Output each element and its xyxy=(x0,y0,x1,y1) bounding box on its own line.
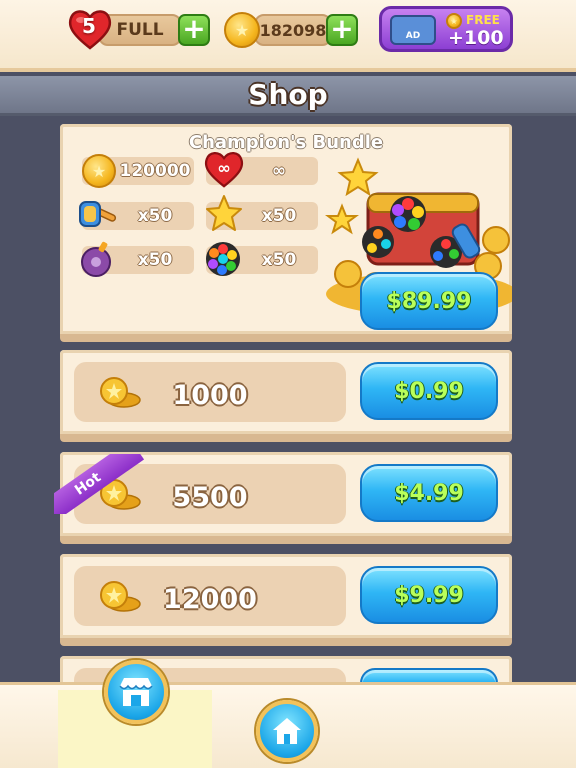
watch-ad-reward-button[interactable]: AD ★ FREE +100 xyxy=(379,6,513,52)
offer-price: $4.99 xyxy=(394,480,464,506)
home-icon xyxy=(273,718,301,744)
title-banner: Shop xyxy=(0,76,576,116)
offer-buy-button[interactable]: $0.99 xyxy=(360,362,498,420)
offer-buy-button[interactable]: $4.99 xyxy=(360,464,498,522)
offer-card: 12000 $9.99 xyxy=(60,554,512,646)
bundle-item-value: ∞ xyxy=(271,161,287,181)
ad-free-label: FREE xyxy=(466,13,500,27)
hot-label: Hot xyxy=(54,454,144,514)
add-lives-button[interactable]: + xyxy=(178,14,210,46)
hot-ribbon: Hot xyxy=(54,454,144,514)
bundle-buy-button[interactable]: $89.99 xyxy=(360,272,498,330)
store-icon xyxy=(119,678,153,706)
bundle-item-value: x50 xyxy=(261,206,297,226)
bundle-card: Champion's Bundle 120000 ★ ∞ ∞ x50 x50 x… xyxy=(60,124,512,342)
bundle-item-value: 120000 xyxy=(119,161,191,181)
offer-price: $0.99 xyxy=(394,378,464,404)
infinite-heart-icon: ∞ xyxy=(204,152,244,188)
coin-icon: ★ xyxy=(82,154,116,188)
bundle-title: Champion's Bundle xyxy=(188,132,384,153)
home-nav-button[interactable] xyxy=(256,700,318,762)
bundle-item-value: x50 xyxy=(137,206,173,226)
store-nav-button[interactable] xyxy=(104,660,168,724)
offer-amount: 1000 xyxy=(172,380,248,411)
add-coins-button[interactable]: + xyxy=(326,14,358,46)
lives-status-label: FULL xyxy=(116,20,164,40)
offer-amount: 12000 xyxy=(163,584,257,615)
bomb-icon xyxy=(81,241,111,277)
lives-count: 5 xyxy=(82,14,96,38)
coins-amount: 182098 xyxy=(259,20,327,40)
coin-icon: ★ xyxy=(224,12,260,48)
ad-reward-amount: +100 xyxy=(448,27,504,49)
rainbow-ball-icon xyxy=(206,242,240,276)
top-status-bar: FULL 5 + 182098 ★ + AD ★ FREE +100 xyxy=(0,0,576,72)
coins-status: 182098 xyxy=(254,14,332,46)
star-icon xyxy=(206,195,242,231)
offer-card: 1000 $0.99 xyxy=(60,350,512,442)
bundle-price: $89.99 xyxy=(386,288,472,314)
bundle-item-value: x50 xyxy=(137,250,173,270)
svg-text:∞: ∞ xyxy=(217,159,231,178)
offer-card-hot: 5500 $4.99 Hot xyxy=(54,452,512,544)
offer-price: $9.99 xyxy=(394,582,464,608)
hammer-icon xyxy=(79,201,117,227)
offer-buy-button[interactable]: $9.99 xyxy=(360,566,498,624)
bundle-item-value: x50 xyxy=(261,250,297,270)
video-ad-icon: AD xyxy=(390,15,436,45)
page-title: Shop xyxy=(248,78,328,111)
ad-badge: AD xyxy=(405,31,421,41)
